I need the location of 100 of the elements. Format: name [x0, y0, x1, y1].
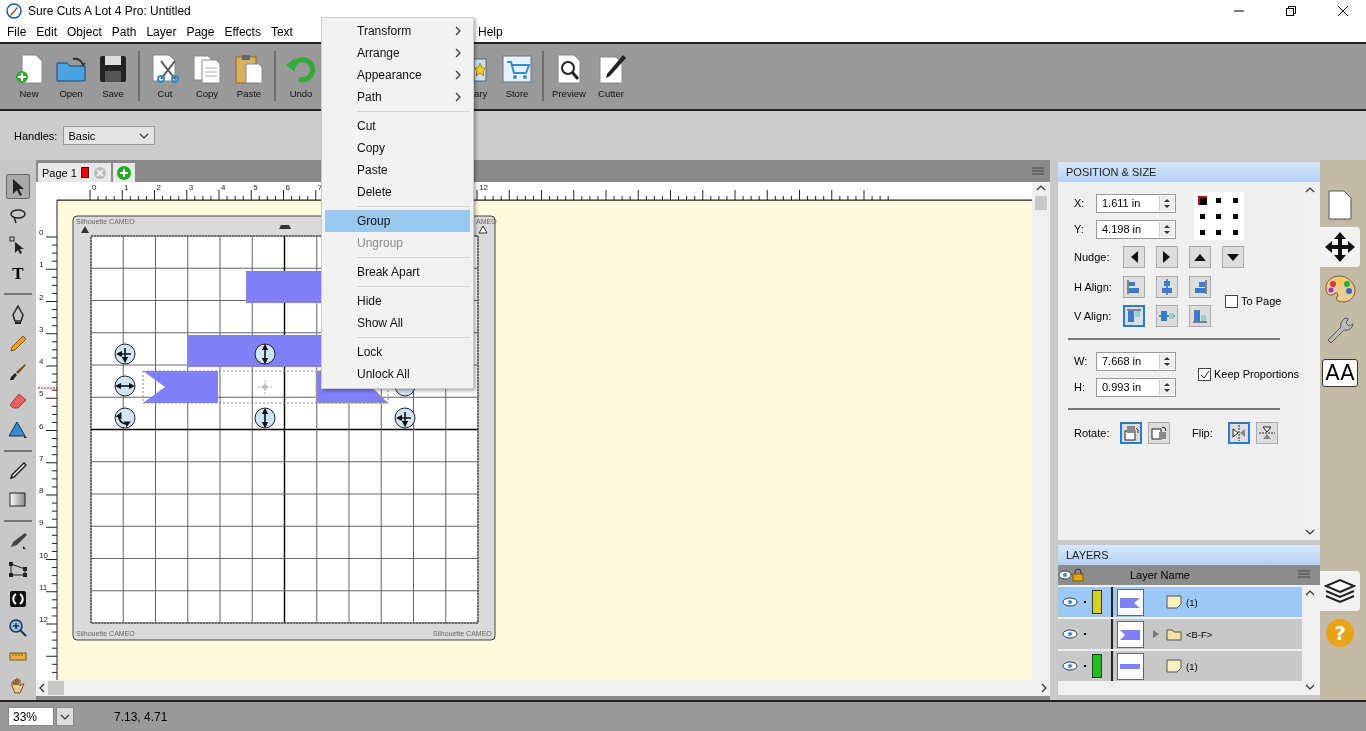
menu-item[interactable]: File: [2, 22, 32, 41]
move-handle[interactable]: [394, 407, 416, 429]
align-button[interactable]: [1123, 275, 1145, 298]
page-icon: [1327, 189, 1353, 222]
ruler-number: 0: [39, 228, 44, 238]
menu-item[interactable]: Cut: [325, 115, 470, 137]
toolbar-button[interactable]: Store: [496, 46, 538, 107]
menu-item[interactable]: Copy: [325, 137, 470, 159]
horizontal-scrollbar[interactable]: [36, 680, 1050, 697]
vertical-resize-handle[interactable]: [254, 407, 276, 429]
menu-item[interactable]: Group: [325, 210, 470, 232]
number-field[interactable]: 7.668 in: [1096, 351, 1176, 371]
checkbox-label: To Page: [1241, 295, 1282, 308]
layer-row[interactable]: (1): [1058, 587, 1302, 618]
anchor-grid[interactable]: [1194, 192, 1244, 241]
align-button[interactable]: [1189, 304, 1211, 327]
menu-item[interactable]: Effects: [219, 22, 266, 41]
eye-icon: [1058, 570, 1072, 581]
dropdown-button[interactable]: [56, 707, 74, 727]
layer-row[interactable]: <B-F>: [1058, 619, 1302, 650]
zoom-icon: [9, 618, 27, 637]
nudge-button[interactable]: [1222, 246, 1244, 269]
toolbar-button[interactable]: Copy: [186, 46, 228, 107]
horizontal-resize-handle[interactable]: [114, 375, 136, 397]
menu-item[interactable]: Object: [62, 22, 107, 41]
nudge-button[interactable]: [1156, 246, 1178, 269]
number-field[interactable]: 4.198 in: [1096, 219, 1176, 239]
ruler-number: 3: [39, 325, 44, 335]
checkbox[interactable]: [1225, 294, 1238, 308]
menu-item[interactable]: Unlock All: [325, 363, 470, 385]
menu-item[interactable]: Appearance: [325, 64, 470, 86]
side-tab[interactable]: AA: [1320, 353, 1360, 394]
toolbar-button[interactable]: Open: [50, 46, 92, 107]
menu-item[interactable]: Break Apart: [325, 261, 470, 283]
menu-item[interactable]: Layer: [141, 22, 182, 41]
toolbar-button[interactable]: Save: [92, 46, 134, 107]
menu-item[interactable]: Edit: [31, 22, 63, 41]
flip-button[interactable]: [1228, 422, 1250, 445]
add-page-button[interactable]: [112, 163, 135, 183]
menu-item[interactable]: Text: [265, 22, 298, 41]
toolbar-button[interactable]: Undo: [280, 46, 322, 107]
handles-dropdown[interactable]: Basic: [63, 126, 156, 146]
side-tab[interactable]: [1320, 227, 1360, 268]
font-size-icon: AA: [1322, 359, 1358, 388]
toolbar-button[interactable]: Cut: [144, 46, 186, 107]
zoom-field[interactable]: 33%: [8, 707, 54, 727]
menu-item[interactable]: Path: [325, 86, 470, 108]
eye-icon: [1062, 629, 1078, 640]
move-handle[interactable]: [114, 343, 136, 365]
layer-row[interactable]: (1): [1058, 651, 1302, 682]
menu-item[interactable]: Arrange: [325, 42, 470, 64]
vertical-scrollbar[interactable]: [1032, 182, 1050, 681]
menu-item[interactable]: Show All: [325, 312, 470, 334]
menu-item[interactable]: Transform: [325, 20, 470, 42]
tool-button[interactable]: [6, 174, 30, 200]
menu-item[interactable]: Lock: [325, 341, 470, 363]
number-field[interactable]: 1.611 in: [1096, 193, 1176, 213]
number-field[interactable]: 0.993 in: [1096, 377, 1176, 397]
field-label: Nudge:: [1074, 251, 1111, 264]
align-button[interactable]: [1189, 275, 1211, 298]
toolbar-button[interactable]: Preview: [548, 46, 590, 107]
toolbar-button[interactable]: Cutter: [590, 46, 632, 107]
nudge-button[interactable]: [1123, 246, 1145, 269]
rotate-button[interactable]: [1120, 422, 1142, 445]
toolbar-button[interactable]: New: [8, 46, 50, 107]
side-tab[interactable]: [1320, 571, 1360, 612]
gradient-square-icon: [9, 492, 27, 509]
lasso-icon: [9, 207, 27, 224]
rotate-button[interactable]: [1148, 422, 1170, 445]
nudge-button[interactable]: [1189, 246, 1211, 269]
menu-item[interactable]: Page: [181, 22, 220, 41]
crosshair-icon: [257, 379, 273, 395]
align-button[interactable]: [1156, 304, 1178, 327]
checkbox[interactable]: [1198, 367, 1211, 381]
ruler-number: 12: [479, 183, 488, 193]
menu-item[interactable]: Hide: [325, 290, 470, 312]
move-arrows-icon: [1324, 231, 1356, 264]
rotate-right-icon: [1150, 424, 1168, 443]
corner-marker-icon: [81, 226, 89, 234]
paintbrush-icon: [9, 363, 27, 382]
vertical-resize-handle[interactable]: [254, 343, 276, 365]
scroll-thumb[interactable]: [1035, 196, 1047, 211]
menu-item[interactable]: Paste: [325, 159, 470, 181]
scissors-icon: [149, 53, 181, 86]
spinner-icon: [1159, 379, 1174, 395]
rotate-handle[interactable]: [114, 407, 136, 429]
flip-button[interactable]: [1256, 422, 1278, 445]
corner-marker-icon: [478, 225, 488, 234]
scroll-thumb[interactable]: [48, 681, 64, 696]
panel-title: LAYERS: [1058, 545, 1320, 566]
menu-item[interactable]: Delete: [325, 181, 470, 203]
align-button[interactable]: [1123, 304, 1145, 327]
menu-item[interactable]: Help: [473, 22, 508, 41]
column-title: Layer Name: [1130, 569, 1191, 582]
spinner-icon: [1159, 195, 1174, 211]
text-tool-button[interactable]: T: [6, 261, 30, 287]
menu-item[interactable]: Path: [106, 22, 142, 41]
page-tab[interactable]: Page 1: [38, 163, 111, 183]
align-button[interactable]: [1156, 275, 1178, 298]
toolbar-button[interactable]: Paste: [228, 46, 270, 107]
